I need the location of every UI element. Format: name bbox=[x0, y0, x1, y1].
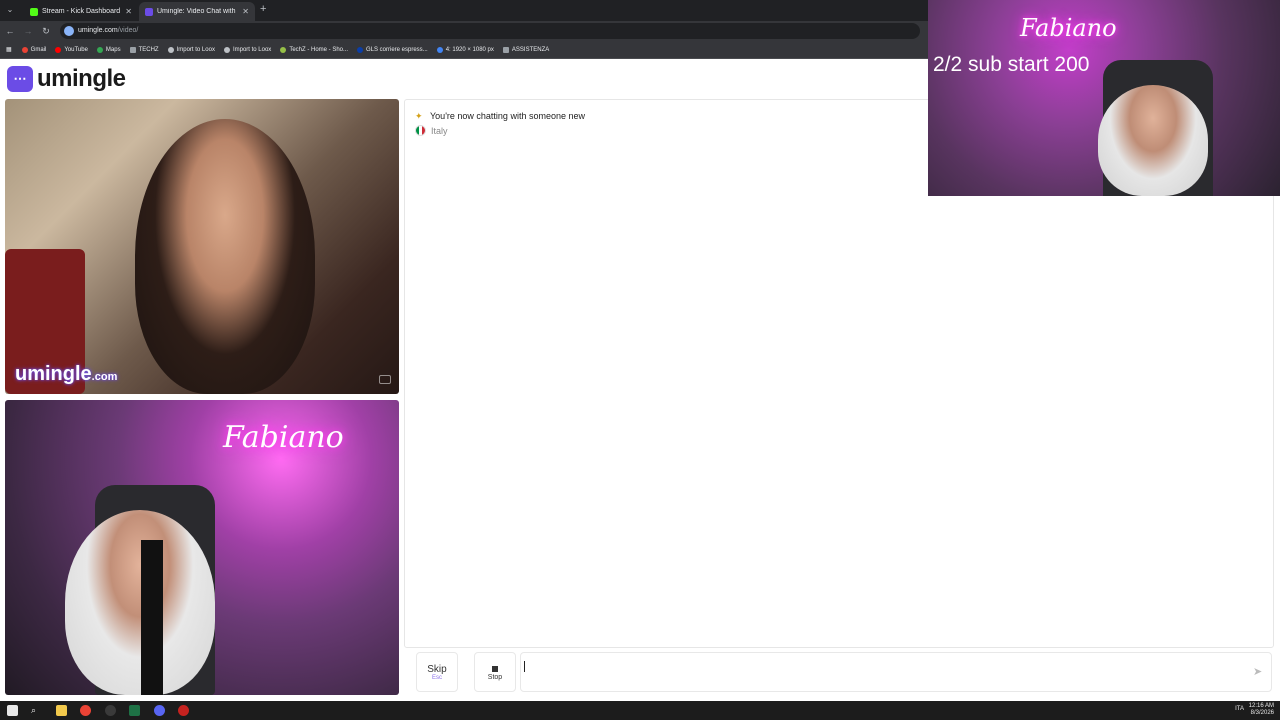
clock-date: 8/3/2026 bbox=[1250, 710, 1274, 716]
chat-status: ✦ You're now chatting with someone new bbox=[415, 111, 585, 121]
folder-icon bbox=[129, 46, 136, 53]
forward-icon[interactable]: → bbox=[22, 25, 34, 37]
language-indicator[interactable]: ITA bbox=[1235, 706, 1244, 712]
bookmark-import-loox-1[interactable]: Import to Loox bbox=[167, 46, 215, 53]
bookmark-gmail[interactable]: Gmail bbox=[21, 46, 47, 53]
maps-icon bbox=[96, 46, 103, 53]
site-info-icon[interactable] bbox=[64, 26, 74, 36]
chat-status-text: You're now chatting with someone new bbox=[430, 111, 585, 121]
clock-time: 12:16 AM bbox=[1248, 703, 1274, 709]
taskbar: ⌕ ITA 12:16 AM 8/3/2026 bbox=[0, 701, 1280, 720]
umingle-watermark: umingle.com bbox=[15, 363, 117, 386]
globe-icon bbox=[223, 46, 230, 53]
italy-flag-icon bbox=[415, 125, 426, 136]
stop-button[interactable]: Stop bbox=[474, 652, 516, 692]
clock[interactable]: 12:16 AM 8/3/2026 bbox=[1249, 703, 1274, 717]
bookmark-label: YouTube bbox=[64, 46, 88, 53]
watermark-text: umingle bbox=[15, 363, 92, 385]
excel-icon[interactable] bbox=[129, 705, 140, 716]
bookmark-techz-home[interactable]: TechZ - Home - Sho... bbox=[280, 46, 348, 53]
message-input[interactable]: ➤ bbox=[520, 652, 1272, 692]
close-tab-icon[interactable]: ✕ bbox=[242, 7, 249, 16]
chat-controls: Skip Esc Stop ➤ bbox=[404, 652, 1274, 696]
bookmark-label: ASSISTENZA bbox=[511, 46, 550, 53]
bookmark-label: Import to Loox bbox=[176, 46, 215, 53]
bookmark-label: GLS corriere espress... bbox=[366, 46, 428, 53]
stream-webcam-overlay: Fabiano 2/2 sub start 200 bbox=[928, 0, 1280, 196]
kick-icon bbox=[30, 7, 38, 16]
bookmark-label: Gmail bbox=[30, 46, 47, 53]
bookmark-label: 4: 1920 × 1080 px bbox=[445, 46, 494, 53]
obs-icon[interactable] bbox=[105, 705, 116, 716]
overlay-neon-sign: Fabiano bbox=[1020, 14, 1117, 42]
file-explorer-icon[interactable] bbox=[56, 705, 67, 716]
umingle-icon bbox=[145, 7, 153, 16]
report-flag-icon[interactable] bbox=[379, 375, 391, 384]
gmail-icon bbox=[21, 46, 28, 53]
logo-text: umingle bbox=[37, 65, 126, 92]
url-host: umingle.com bbox=[78, 27, 118, 34]
globe-icon bbox=[167, 46, 174, 53]
address-bar[interactable]: umingle.com/video/ bbox=[60, 23, 920, 39]
folder-icon bbox=[502, 46, 509, 53]
bookmark-import-loox-2[interactable]: Import to Loox bbox=[223, 46, 272, 53]
skip-hint: Esc bbox=[431, 675, 442, 681]
discord-icon[interactable] bbox=[154, 705, 165, 716]
text-caret bbox=[524, 661, 525, 672]
country-name: Italy bbox=[431, 125, 448, 136]
bookmark-assistenza[interactable]: ASSISTENZA bbox=[502, 46, 550, 53]
streamer-figure bbox=[65, 510, 215, 695]
close-tab-icon[interactable]: ✕ bbox=[125, 7, 132, 16]
skip-button[interactable]: Skip Esc bbox=[416, 652, 458, 692]
youtube-icon bbox=[55, 46, 62, 53]
skip-label: Skip bbox=[427, 664, 447, 675]
windows-start-icon[interactable] bbox=[7, 705, 18, 716]
tab-title: Umingle: Video Chat with S bbox=[157, 8, 237, 15]
stranger-figure bbox=[135, 119, 315, 394]
send-icon[interactable]: ➤ bbox=[1253, 666, 1265, 678]
search-icon[interactable]: ⌕ bbox=[31, 705, 42, 716]
shopify-icon bbox=[280, 46, 287, 53]
stranger-video: umingle.com bbox=[5, 99, 399, 394]
tab-search-icon[interactable]: ⌄ bbox=[4, 4, 16, 16]
tab-title: Stream - Kick Dashboard bbox=[42, 8, 121, 15]
neon-sign: Fabiano bbox=[223, 420, 344, 455]
back-icon[interactable]: ← bbox=[4, 25, 16, 37]
bookmark-label: TECHZ bbox=[138, 46, 159, 53]
tab-kick-dashboard[interactable]: Stream - Kick Dashboard ✕ bbox=[24, 2, 138, 21]
overlay-goal-text: 2/2 sub start 200 bbox=[933, 53, 1090, 76]
bookmark-gls[interactable]: GLS corriere espress... bbox=[357, 46, 428, 53]
bookmark-label: Maps bbox=[105, 46, 121, 53]
bookmark-techz[interactable]: TECHZ bbox=[129, 46, 159, 53]
watermark-domain: .com bbox=[91, 371, 118, 383]
partner-country: Italy bbox=[415, 125, 448, 136]
wave-icon: ✦ bbox=[415, 111, 423, 121]
apps-icon[interactable]: ▦ bbox=[6, 46, 12, 53]
chrome-icon[interactable] bbox=[80, 705, 91, 716]
microphone bbox=[141, 540, 163, 695]
site-logo[interactable]: ⋯ umingle bbox=[7, 65, 126, 93]
bookmark-label: TechZ - Home - Sho... bbox=[289, 46, 348, 53]
overlay-streamer bbox=[1098, 85, 1208, 196]
globe-icon bbox=[436, 46, 443, 53]
bookmark-label: Import to Loox bbox=[232, 46, 272, 53]
app-icon[interactable] bbox=[178, 705, 189, 716]
url-path: /video/ bbox=[117, 27, 139, 34]
reload-icon[interactable]: ↻ bbox=[40, 25, 52, 37]
bookmark-resolution[interactable]: 4: 1920 × 1080 px bbox=[436, 46, 494, 53]
chat-bubble-icon: ⋯ bbox=[7, 66, 33, 92]
stop-label: Stop bbox=[487, 674, 503, 681]
new-tab-icon[interactable]: + bbox=[260, 3, 266, 15]
bookmark-maps[interactable]: Maps bbox=[96, 46, 121, 53]
self-video: Fabiano bbox=[5, 400, 399, 695]
gls-icon bbox=[357, 46, 363, 53]
stop-icon bbox=[492, 666, 498, 672]
bookmark-youtube[interactable]: YouTube bbox=[55, 46, 88, 53]
tab-umingle[interactable]: Umingle: Video Chat with S ✕ bbox=[139, 2, 255, 21]
